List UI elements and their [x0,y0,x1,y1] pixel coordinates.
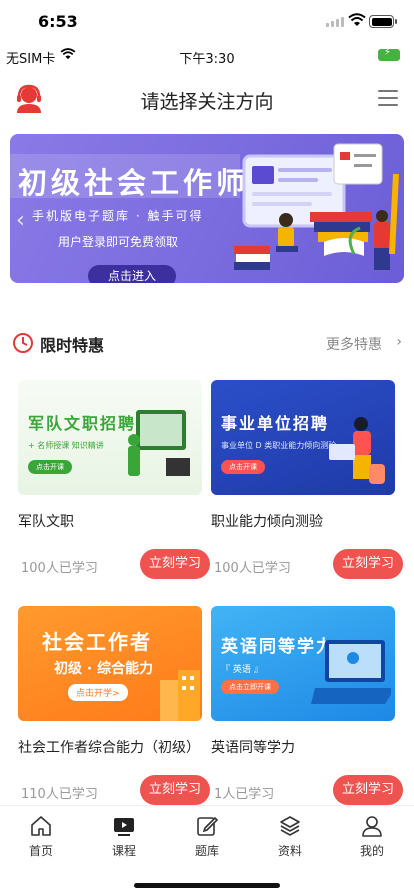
wifi-icon [348,13,366,26]
banner-prev-arrow-icon[interactable]: ‹ [16,208,25,233]
thumb-pill: 点击立即开课 [221,680,279,694]
course-icon [114,818,134,836]
tab-course[interactable]: 课程 [94,814,154,859]
study-now-button[interactable]: 立刻学习 [140,549,210,579]
user-icon [362,816,382,837]
thumb-illustration [160,670,200,721]
edit-icon [197,816,219,836]
thumb-pill: 点击开课 [28,460,72,474]
banner-subtitle: 手机版电子题库 · 触手可得 [32,209,204,223]
clock-icon [13,333,33,353]
course-name: 英语同等学力 [211,740,295,756]
thumb-pill: 点击开学> [68,684,128,701]
menu-icon[interactable] [378,90,398,106]
thumb-subtitle: 初级 · 综合能力 [54,661,154,677]
course-name: 军队文职 [18,514,74,530]
tab-label: 资料 [277,844,302,858]
learner-count: 100人已学习 [214,561,291,576]
tab-question-bank[interactable]: 题库 [177,814,237,859]
banner-illustration [234,143,399,270]
page-title: 请选择关注方向 [140,91,274,113]
bottom-tab-bar: 首页 课程 题库 资料 我的 [0,805,414,896]
thumb-title: 事业单位招聘 [221,414,330,433]
battery-icon [369,15,397,28]
tab-home[interactable]: 首页 [11,814,71,859]
banner-note: 用户登录即可免费领取 [58,235,179,249]
study-now-button[interactable]: 立刻学习 [140,775,210,805]
thumb-subtitle: 事业单位 D 类职业能力倾向测验 [221,441,337,450]
thumb-illustration [311,640,391,704]
tab-mine[interactable]: 我的 [342,814,402,859]
tab-label: 我的 [359,844,384,858]
tab-materials[interactable]: 资料 [260,814,320,859]
learner-count: 110人已学习 [21,787,98,802]
home-indicator [134,883,280,888]
thumb-title: 社会工作者 [42,630,152,654]
header: 请选择关注方向 [0,68,414,128]
course-thumbnail[interactable]: 英语同等学力 『 英语 』 点击立即开课 [211,606,395,721]
learner-count: 1人已学习 [214,787,275,802]
learner-count: 100人已学习 [21,561,98,576]
tab-label: 题库 [194,844,219,858]
home-icon [31,816,51,836]
banner-enter-button[interactable]: 点击进入 [88,265,176,283]
thumb-pill: 点击开课 [221,460,265,474]
tab-label: 课程 [111,844,136,858]
tab-label: 首页 [28,844,53,858]
charging-battery-icon: ⚡ [378,47,400,61]
signal-icon [326,17,344,27]
status-time: 6:53 [38,12,78,31]
thumb-subtitle: 『 英语 』 [221,665,263,675]
thumb-subtitle: + 名师授课 知识精讲 [28,441,104,450]
study-now-button[interactable]: 立刻学习 [333,549,403,579]
section-title: 限时特惠 [40,336,105,355]
limited-offer-header: 限时特惠 更多特惠 › [10,328,404,358]
course-name: 职业能力倾向测验 [211,514,323,530]
study-now-button[interactable]: 立刻学习 [333,775,403,805]
layers-icon [280,816,300,836]
secondary-status-bar: 无SIM卡 下午3:30 ⚡ [0,44,414,68]
course-thumbnail[interactable]: 事业单位招聘 事业单位 D 类职业能力倾向测验 点击开课 [211,380,395,495]
chevron-right-icon[interactable]: › [396,334,402,350]
promo-banner[interactable]: 初级社会工作师 手机版电子题库 · 触手可得 用户登录即可免费领取 点击进入 ‹ [10,134,404,283]
clock-label: 下午3:30 [179,52,235,67]
thumb-illustration [329,417,385,484]
thumb-illustration [128,410,190,476]
more-offers-link[interactable]: 更多特惠 [326,334,382,354]
course-name: 社会工作者综合能力（初级） [18,740,200,756]
course-thumbnail[interactable]: 社会工作者 初级 · 综合能力 点击开学> [18,606,202,721]
course-thumbnail[interactable]: 军队文职招聘 + 名师授课 知识精讲 点击开课 [18,380,202,495]
status-bar: 6:53 [0,0,414,44]
